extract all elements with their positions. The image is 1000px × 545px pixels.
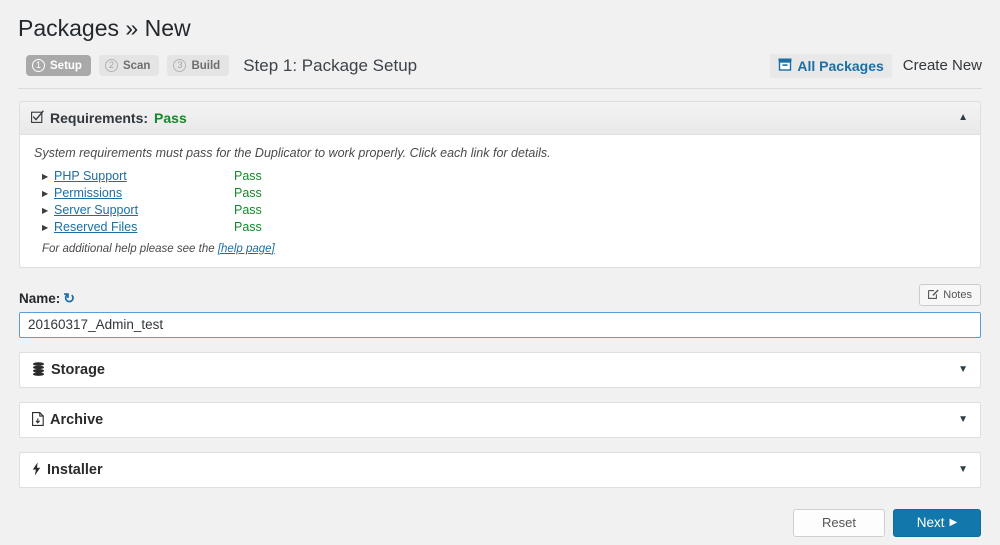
- section-installer[interactable]: Installer ▼: [19, 452, 981, 488]
- step-tab-scan-label: Scan: [123, 60, 151, 72]
- triangle-right-icon: ▶: [42, 189, 54, 198]
- section-storage[interactable]: Storage ▼: [19, 352, 981, 388]
- section-archive-title-group: Archive: [32, 412, 103, 428]
- step-number-2: 2: [105, 59, 118, 72]
- step-tab-build-label: Build: [191, 60, 220, 72]
- chevron-up-icon[interactable]: ▲: [958, 113, 968, 123]
- requirement-row-reserved-files: ▶ Reserved Files Pass: [42, 219, 966, 236]
- name-label-group: Name: ↻: [19, 291, 75, 306]
- triangle-right-icon: ▶: [42, 172, 54, 181]
- all-packages-label: All Packages: [797, 58, 883, 74]
- help-page-link[interactable]: [help page]: [218, 243, 275, 255]
- requirement-status-server-support: Pass: [234, 203, 262, 217]
- requirement-row-php-support: ▶ PHP Support Pass: [42, 168, 966, 185]
- section-archive-label: Archive: [50, 412, 103, 428]
- step-tab-build[interactable]: 3 Build: [167, 55, 229, 76]
- step-number-1: 1: [32, 59, 45, 72]
- next-button[interactable]: Next ▶: [893, 509, 981, 537]
- requirement-status-php-support: Pass: [234, 169, 262, 183]
- page-title: Packages » New: [0, 0, 1000, 50]
- requirement-link-reserved-files[interactable]: Reserved Files: [54, 220, 234, 234]
- archive-box-icon: [778, 58, 792, 74]
- section-storage-title-group: Storage: [32, 362, 105, 378]
- section-installer-title-group: Installer: [32, 462, 103, 478]
- footer-button-row: Reset Next ▶: [19, 509, 981, 537]
- chevron-down-icon[interactable]: ▼: [958, 365, 968, 375]
- reset-button[interactable]: Reset: [793, 509, 885, 537]
- package-name-input[interactable]: [19, 312, 981, 338]
- step-heading: Step 1: Package Setup: [243, 56, 417, 76]
- requirements-note: System requirements must pass for the Du…: [34, 146, 966, 160]
- name-field-header: Name: ↻ Notes: [19, 286, 981, 306]
- requirements-list: ▶ PHP Support Pass ▶ Permissions Pass ▶ …: [34, 168, 966, 236]
- steps-row: 1 Setup 2 Scan 3 Build Step 1: Package S…: [0, 50, 1000, 82]
- requirement-row-server-support: ▶ Server Support Pass: [42, 202, 966, 219]
- header-divider: [18, 88, 982, 89]
- triangle-right-icon: ▶: [42, 206, 54, 215]
- step-tab-setup[interactable]: 1 Setup: [26, 55, 91, 76]
- requirement-row-permissions: ▶ Permissions Pass: [42, 185, 966, 202]
- section-archive[interactable]: Archive ▼: [19, 402, 981, 438]
- requirements-help-prefix: For additional help please see the: [42, 243, 218, 255]
- chevron-down-icon[interactable]: ▼: [958, 415, 968, 425]
- section-storage-label: Storage: [51, 362, 105, 378]
- triangle-right-icon: ▶: [950, 517, 958, 528]
- name-label: Name:: [19, 291, 60, 306]
- requirements-status: Pass: [154, 110, 187, 126]
- notes-button[interactable]: Notes: [919, 284, 981, 306]
- all-packages-button[interactable]: All Packages: [770, 54, 891, 78]
- requirements-help-text: For additional help please see the [help…: [34, 236, 966, 255]
- requirement-status-permissions: Pass: [234, 186, 262, 200]
- lightning-icon: [32, 462, 41, 478]
- edit-square-icon: [928, 288, 939, 302]
- file-icon: [32, 412, 44, 428]
- requirements-panel-body: System requirements must pass for the Du…: [20, 135, 980, 267]
- notes-button-label: Notes: [943, 289, 972, 301]
- requirements-panel-header[interactable]: Requirements: Pass ▲: [20, 102, 980, 135]
- database-icon: [32, 362, 45, 378]
- chevron-down-icon[interactable]: ▼: [958, 465, 968, 475]
- checked-box-icon: [31, 110, 44, 126]
- step-tab-setup-label: Setup: [50, 60, 82, 72]
- create-new-label: Create New: [892, 57, 982, 74]
- step-tab-scan[interactable]: 2 Scan: [99, 55, 160, 76]
- refresh-icon[interactable]: ↻: [63, 291, 75, 305]
- requirement-link-php-support[interactable]: PHP Support: [54, 169, 234, 183]
- requirement-status-reserved-files: Pass: [234, 220, 262, 234]
- step-number-3: 3: [173, 59, 186, 72]
- requirements-label: Requirements:: [50, 110, 148, 126]
- header-actions: All Packages Create New: [770, 54, 982, 78]
- next-button-label: Next: [917, 515, 945, 530]
- requirement-link-server-support[interactable]: Server Support: [54, 203, 234, 217]
- name-field-block: Name: ↻ Notes: [19, 286, 981, 338]
- triangle-right-icon: ▶: [42, 223, 54, 232]
- requirement-link-permissions[interactable]: Permissions: [54, 186, 234, 200]
- requirements-title-group: Requirements: Pass: [31, 110, 187, 126]
- section-installer-label: Installer: [47, 462, 103, 478]
- requirements-panel: Requirements: Pass ▲ System requirements…: [19, 101, 981, 268]
